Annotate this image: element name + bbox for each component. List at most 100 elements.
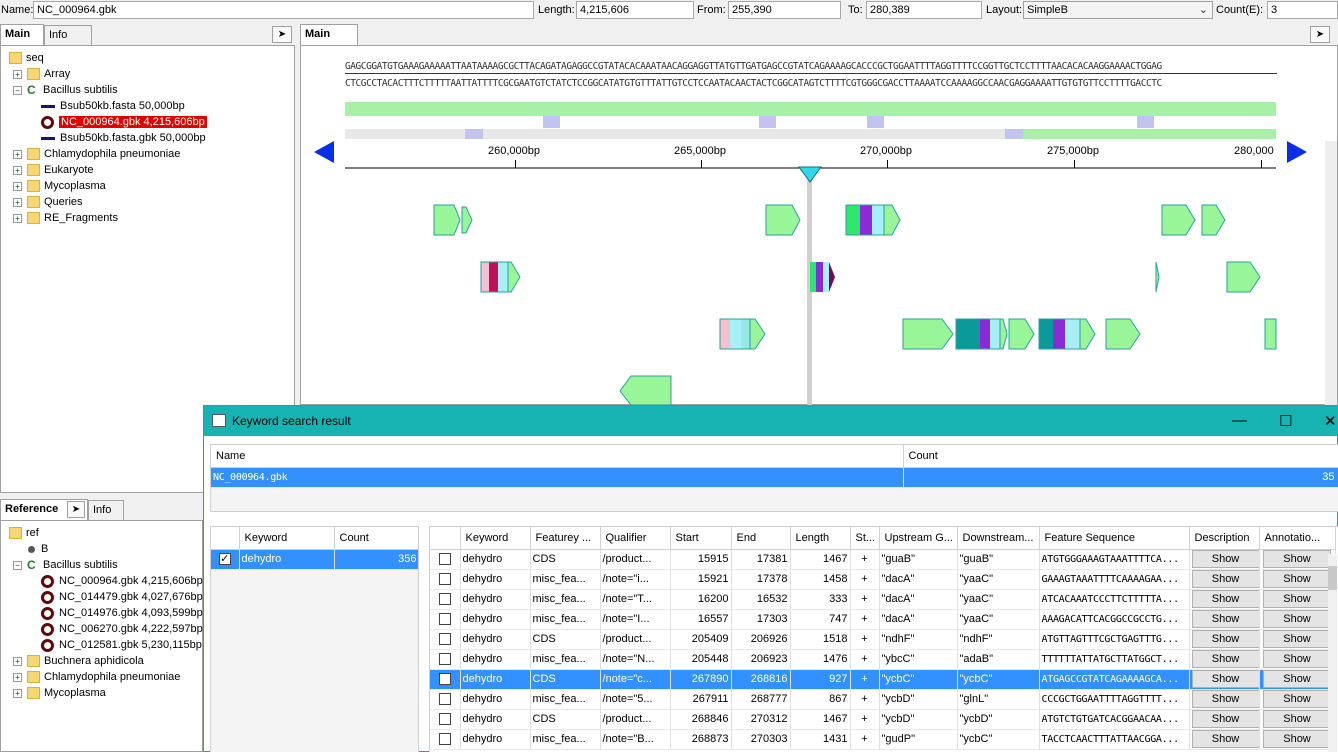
show-description-button[interactable]: Show xyxy=(1191,710,1258,728)
col-header-start[interactable]: Start xyxy=(670,527,732,550)
table-row[interactable]: dehydro misc_fea.../note="i... 15921 17378 1… xyxy=(430,569,1336,590)
gene-feature[interactable] xyxy=(955,318,1008,350)
gene-feature[interactable] xyxy=(1226,261,1261,293)
collapse-icon[interactable]: − xyxy=(13,85,22,95)
tree-item[interactable]: + RE_Fragments xyxy=(13,210,118,226)
result-scrollbar[interactable] xyxy=(1328,554,1337,752)
col-header-name[interactable]: Name xyxy=(211,445,904,468)
tree-item[interactable]: ref xyxy=(9,525,39,541)
table-row[interactable]: dehydro misc_fea.../note="I... 16557 17303 7… xyxy=(430,609,1336,630)
col-header-feature-type[interactable]: Featurey ... xyxy=(530,527,601,550)
gene-feature[interactable] xyxy=(1264,318,1277,350)
gene-feature[interactable] xyxy=(845,204,901,236)
col-header-end[interactable]: End xyxy=(731,527,791,550)
gene-feature[interactable] xyxy=(1161,204,1196,236)
tree-item[interactable]: + Buchnera aphidicola xyxy=(13,653,144,669)
gene-feature[interactable] xyxy=(1201,204,1226,236)
expand-icon[interactable]: + xyxy=(13,181,22,191)
tab-main-viewer[interactable]: Main xyxy=(300,24,358,46)
gene-feature-selected[interactable] xyxy=(810,262,835,292)
show-annotation-button[interactable]: Show xyxy=(1263,550,1331,568)
tree-item[interactable]: + Eukaryote xyxy=(13,162,94,178)
col-header-upstream-gene[interactable]: Upstream G... xyxy=(879,527,958,550)
tree-item[interactable]: NC_000964.gbk 4,215,606bp xyxy=(41,573,203,589)
row-checkbox[interactable] xyxy=(438,733,451,746)
row-checkbox[interactable] xyxy=(438,573,451,586)
row-checkbox[interactable] xyxy=(438,653,451,666)
col-header-count[interactable]: Count xyxy=(334,527,418,550)
name-field[interactable]: NC_000964.gbk xyxy=(33,1,534,19)
gene-feature[interactable] xyxy=(1105,318,1141,350)
tree-item[interactable]: NC_006270.gbk 4,222,597bp xyxy=(41,621,203,637)
tree-item[interactable]: B xyxy=(25,541,48,557)
col-header-feature-sequence[interactable]: Feature Sequence xyxy=(1039,527,1190,550)
expand-icon[interactable]: + xyxy=(13,672,22,682)
show-annotation-button[interactable]: Show xyxy=(1263,570,1331,588)
row-checkbox[interactable] xyxy=(438,713,451,726)
show-annotation-button[interactable]: Show xyxy=(1263,690,1331,708)
tab-info-left[interactable]: Info xyxy=(44,25,92,45)
expand-icon[interactable]: + xyxy=(13,656,22,666)
show-annotation-button[interactable]: Show xyxy=(1263,590,1331,608)
table-row[interactable]: dehydro misc_fea.../note="5... 267911 26877… xyxy=(430,689,1336,710)
tree-item[interactable]: + Array xyxy=(13,66,70,82)
gene-feature[interactable] xyxy=(619,375,672,405)
dialog-titlebar[interactable]: Keyword search result — ☐ ✕ xyxy=(204,406,1338,436)
show-description-button[interactable]: Show xyxy=(1191,550,1258,568)
tree-item[interactable]: NC_014976.gbk 4,093,599bp xyxy=(41,605,203,621)
col-header-annotation[interactable]: Annotatio... xyxy=(1259,527,1336,550)
col-header-length[interactable]: Length xyxy=(790,527,851,550)
table-row[interactable]: dehydro CDS/product... 268846 270312 1467 + "y… xyxy=(430,709,1336,730)
show-annotation-button[interactable]: Show xyxy=(1263,630,1331,648)
gene-feature[interactable] xyxy=(1008,318,1035,350)
tree-item[interactable]: seq xyxy=(9,50,44,66)
show-description-button[interactable]: Show xyxy=(1191,690,1258,708)
tree-item[interactable]: − C Bacillus subtilis xyxy=(13,557,118,573)
cursor-marker-icon[interactable] xyxy=(798,166,822,183)
show-description-button[interactable]: Show xyxy=(1191,590,1258,608)
table-row[interactable]: dehydro 356 xyxy=(211,549,418,570)
show-description-button[interactable]: Show xyxy=(1191,570,1258,588)
table-row[interactable]: dehydro misc_fea.../note="T... 16200 16532 3… xyxy=(430,589,1336,610)
row-checkbox[interactable] xyxy=(438,693,451,706)
gene-feature[interactable] xyxy=(1038,318,1096,350)
gene-feature[interactable] xyxy=(433,204,461,236)
layout-select[interactable]: SimpleB ⌄ xyxy=(1023,1,1213,19)
expand-icon[interactable]: + xyxy=(13,69,22,79)
tree-item[interactable]: + Queries xyxy=(13,194,83,210)
expand-icon[interactable]: + xyxy=(13,213,22,223)
tree-item[interactable]: NC_014479.gbk 4,027,676bp xyxy=(41,589,203,605)
scroll-right-arrow-icon[interactable] xyxy=(1287,141,1307,163)
scroll-left-arrow-icon[interactable] xyxy=(314,141,334,163)
tree-item[interactable]: Bsub50kb.fasta.gbk 50,000bp xyxy=(41,130,206,146)
show-annotation-button[interactable]: Show xyxy=(1263,710,1331,728)
expand-icon[interactable]: + xyxy=(13,197,22,207)
pin-icon[interactable]: ➤ xyxy=(1310,26,1330,43)
col-header-downstream-gene[interactable]: Downstream... xyxy=(957,527,1040,550)
table-row[interactable]: dehydro misc_fea.../note="N... 205448 20692… xyxy=(430,649,1336,670)
show-description-button[interactable]: Show xyxy=(1191,610,1258,628)
tree-item[interactable]: − C Bacillus subtilis xyxy=(13,82,118,98)
show-description-button[interactable]: Show xyxy=(1191,650,1258,668)
table-row[interactable]: dehydro CDS/product... 205409 206926 1518 + "n… xyxy=(430,629,1336,650)
tab-info-ref[interactable]: Info xyxy=(88,500,124,520)
close-icon[interactable]: ✕ xyxy=(1324,412,1337,430)
to-field[interactable]: 280,389 xyxy=(866,1,982,19)
count-field[interactable]: 3 xyxy=(1267,1,1338,19)
show-description-button[interactable]: Show xyxy=(1191,730,1258,748)
table-row[interactable]: dehydro misc_fea.../note="B... 268873 27030… xyxy=(430,729,1336,750)
maximize-icon[interactable]: ☐ xyxy=(1279,412,1292,430)
table-row[interactable]: NC_000964.gbk 35 xyxy=(211,467,1338,488)
minimize-icon[interactable]: — xyxy=(1232,412,1247,429)
show-annotation-button[interactable]: Show xyxy=(1263,650,1331,668)
keyword-checkbox[interactable] xyxy=(218,553,231,566)
gene-feature[interactable] xyxy=(719,318,766,350)
table-row[interactable]: dehydro CDS/note="c... 267890 268816 927 + "yc… xyxy=(430,669,1336,690)
show-description-button[interactable]: Show xyxy=(1191,630,1258,648)
col-header-description[interactable]: Description xyxy=(1189,527,1260,550)
length-field[interactable]: 4,215,606 xyxy=(576,1,694,19)
col-header-keyword[interactable]: Keyword xyxy=(460,527,531,550)
row-checkbox[interactable] xyxy=(438,633,451,646)
col-header-strand[interactable]: St... xyxy=(850,527,880,550)
tree-item[interactable]: + Mycoplasma xyxy=(13,178,106,194)
